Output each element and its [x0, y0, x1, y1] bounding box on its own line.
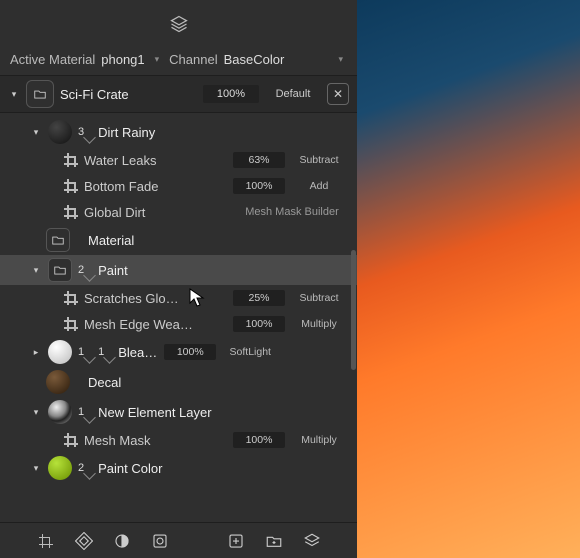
tool-mask-button[interactable] [150, 531, 170, 551]
layer-badge: 1 [78, 406, 92, 418]
layer-blea[interactable]: ▸ 1 1 Blea… 100% SoftLight [0, 337, 357, 367]
layer-mesh-mask[interactable]: Mesh Mask 100% Multiply [0, 427, 357, 453]
channel-value[interactable]: BaseColor [224, 52, 285, 67]
layer-thumbnail [48, 120, 72, 144]
layer-paint-color[interactable]: ▾ 2 Paint Color [0, 453, 357, 483]
layer-opacity[interactable]: 100% [233, 316, 285, 332]
layer-opacity[interactable]: 25% [233, 290, 285, 306]
root-expander-icon[interactable]: ▾ [8, 89, 20, 100]
layer-material[interactable]: Material [0, 225, 357, 255]
layer-name[interactable]: Mesh Edge Wea… [84, 317, 227, 332]
layer-thumbnail [48, 340, 72, 364]
footer-toolbar [0, 522, 357, 558]
tool-alpha-button[interactable] [74, 531, 94, 551]
mask-icon [64, 153, 78, 167]
layer-paint[interactable]: ▾ 2 Paint [0, 255, 357, 285]
folder-icon[interactable] [46, 228, 70, 252]
layer-name[interactable]: Scratches Glo… [84, 291, 227, 306]
material-dropdown-icon[interactable]: ▾ [151, 54, 164, 65]
layer-opacity[interactable]: 63% [233, 152, 285, 168]
layer-blend[interactable]: Multiply [291, 434, 347, 446]
layer-scratches[interactable]: Scratches Glo… 25% Subtract [0, 285, 357, 311]
expander-icon[interactable]: ▾ [30, 127, 42, 138]
mask-icon [64, 291, 78, 305]
scrollbar[interactable] [351, 250, 356, 370]
layer-name[interactable]: New Element Layer [98, 405, 347, 420]
viewport-preview[interactable] [357, 0, 580, 558]
layer-name[interactable]: Paint [98, 263, 347, 278]
layer-name[interactable]: Global Dirt [84, 205, 231, 220]
mask-icon [64, 205, 78, 219]
root-blend[interactable]: Default [265, 85, 321, 103]
layer-new-element[interactable]: ▾ 1 New Element Layer [0, 397, 357, 427]
selectors-bar: Active Material phong1 ▾ Channel BaseCol… [0, 48, 357, 75]
layer-name[interactable]: Mesh Mask [84, 433, 227, 448]
mask-icon [64, 433, 78, 447]
expander-icon[interactable]: ▸ [30, 347, 42, 358]
mask-icon [64, 179, 78, 193]
layer-bottom-fade[interactable]: Bottom Fade 100% Add [0, 173, 357, 199]
layer-opacity[interactable]: 100% [233, 178, 285, 194]
layer-name[interactable]: Dirt Rainy [98, 125, 347, 140]
expander-icon[interactable]: ▾ [30, 463, 42, 474]
channel-label: Channel [169, 52, 217, 67]
layer-mesh-edge[interactable]: Mesh Edge Wea… 100% Multiply [0, 311, 357, 337]
layer-name[interactable]: Blea… [118, 345, 158, 360]
layer-badge: 1 [98, 346, 112, 358]
layer-water-leaks[interactable]: Water Leaks 63% Subtract [0, 147, 357, 173]
layer-name[interactable]: Paint Color [98, 461, 347, 476]
layer-thumbnail [48, 400, 72, 424]
layer-thumbnail [48, 456, 72, 480]
tool-contrast-button[interactable] [112, 531, 132, 551]
layer-thumbnail [46, 370, 70, 394]
root-folder-name[interactable]: Sci-Fi Crate [60, 87, 197, 102]
active-material-label: Active Material [10, 52, 95, 67]
layer-dirt-rainy[interactable]: ▾ 3 Dirt Rainy [0, 117, 357, 147]
channel-dropdown-icon[interactable]: ▾ [334, 54, 347, 65]
layer-blend[interactable]: Mesh Mask Builder [237, 206, 347, 218]
expander-icon[interactable]: ▾ [30, 265, 42, 276]
layer-blend[interactable]: Multiply [291, 318, 347, 330]
layer-blend[interactable]: SoftLight [222, 346, 278, 358]
layers-panel: Active Material phong1 ▾ Channel BaseCol… [0, 0, 357, 558]
layer-name[interactable]: Material [88, 233, 347, 248]
root-folder-icon[interactable] [26, 80, 54, 108]
folder-icon[interactable] [48, 258, 72, 282]
layer-name[interactable]: Decal [88, 375, 347, 390]
tool-add-folder-button[interactable] [264, 531, 284, 551]
layer-blend[interactable]: Subtract [291, 292, 347, 304]
active-material-value[interactable]: phong1 [101, 52, 144, 67]
expander-icon[interactable]: ▾ [30, 407, 42, 418]
layers-icon [169, 14, 189, 34]
layer-badge: 2 [78, 462, 92, 474]
layer-name[interactable]: Bottom Fade [84, 179, 227, 194]
tool-crop-button[interactable] [36, 531, 56, 551]
layer-badge: 3 [78, 126, 92, 138]
root-folder-row[interactable]: ▾ Sci-Fi Crate 100% Default ✕ [0, 75, 357, 113]
layer-badge: 2 [78, 264, 92, 276]
layer-decal[interactable]: Decal [0, 367, 357, 397]
tool-add-layer-button[interactable] [226, 531, 246, 551]
root-opacity[interactable]: 100% [203, 85, 259, 103]
close-button[interactable]: ✕ [327, 83, 349, 105]
mask-icon [64, 317, 78, 331]
layer-badge: 1 [78, 346, 92, 358]
tool-add-stack-button[interactable] [302, 531, 322, 551]
layer-blend[interactable]: Subtract [291, 154, 347, 166]
layer-name[interactable]: Water Leaks [84, 153, 227, 168]
layer-opacity[interactable]: 100% [233, 432, 285, 448]
layer-global-dirt[interactable]: Global Dirt Mesh Mask Builder [0, 199, 357, 225]
layer-opacity[interactable]: 100% [164, 344, 216, 360]
panel-header [0, 0, 357, 48]
layer-blend[interactable]: Add [291, 180, 347, 192]
layer-tree[interactable]: ▾ 3 Dirt Rainy Water Leaks 63% Subtract … [0, 113, 357, 522]
